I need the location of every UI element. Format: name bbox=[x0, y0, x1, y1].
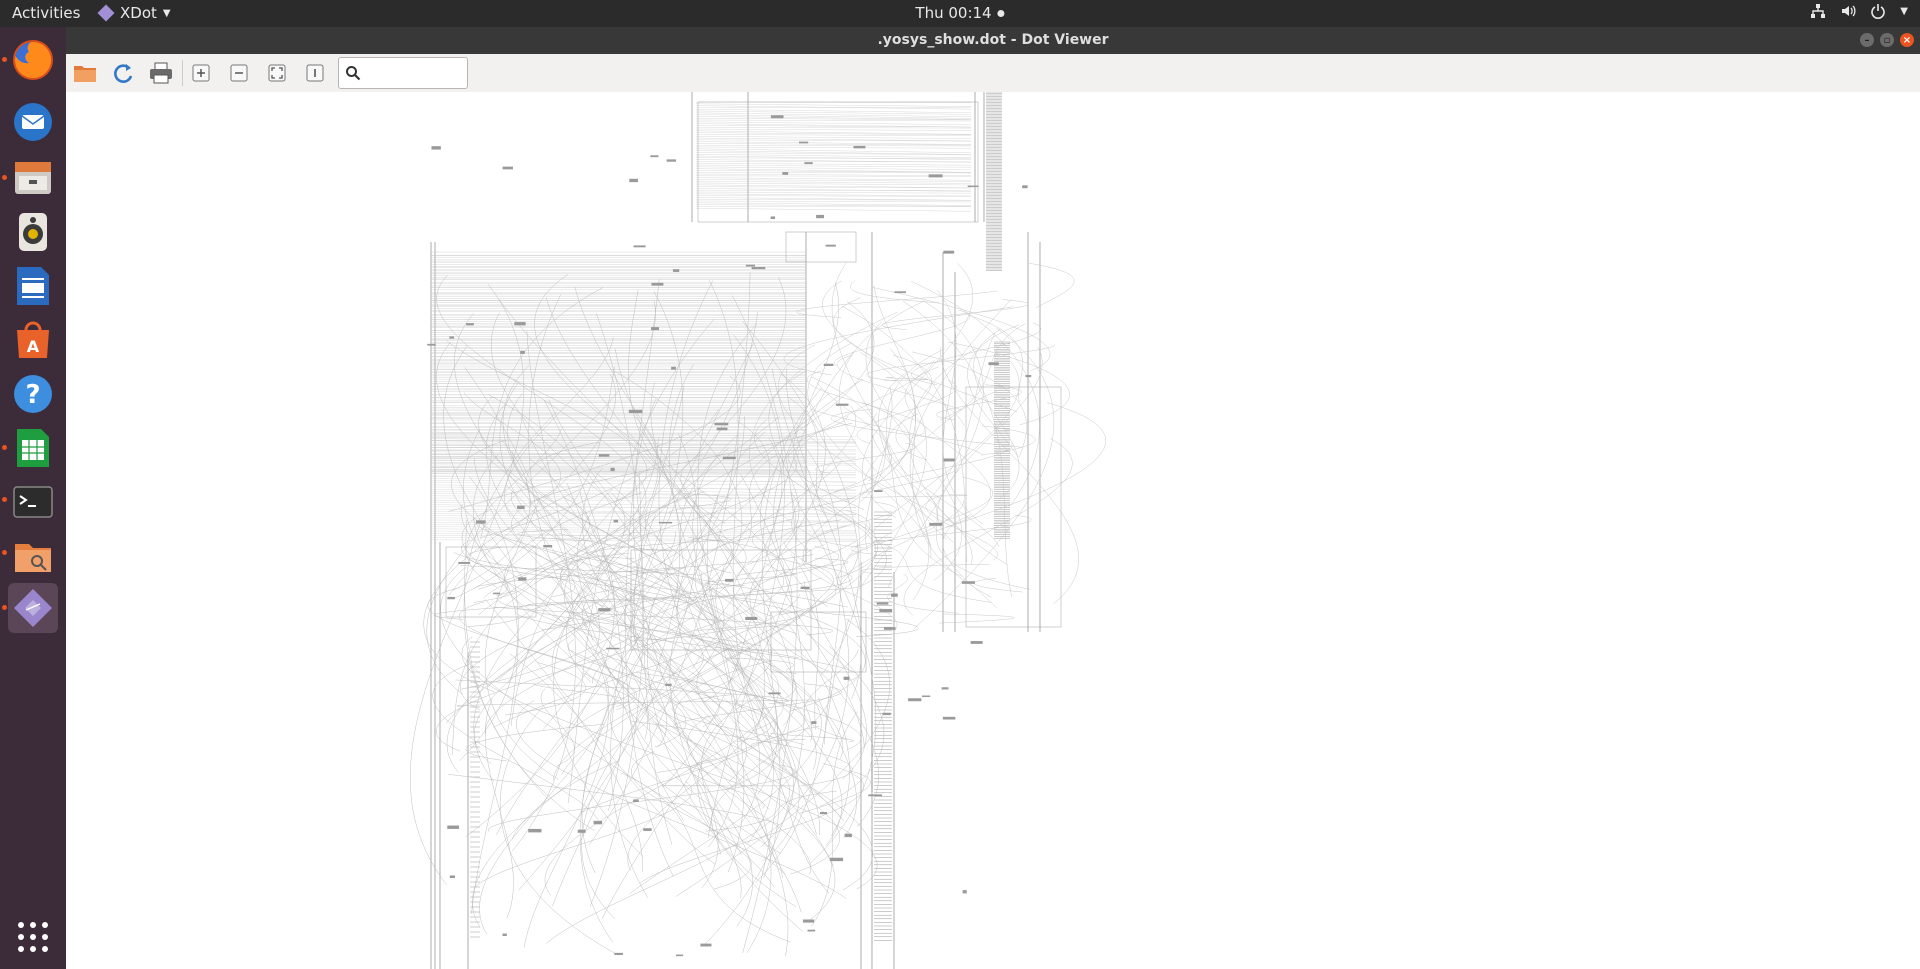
power-icon bbox=[1871, 4, 1886, 19]
drawer-icon bbox=[15, 162, 51, 194]
firefox-icon bbox=[13, 40, 53, 80]
speaker-icon bbox=[19, 213, 47, 251]
notification-dot-icon bbox=[997, 9, 1005, 17]
app-menu-label: XDot bbox=[120, 4, 157, 22]
folder-search-icon bbox=[15, 544, 51, 572]
search-field[interactable] bbox=[338, 57, 468, 89]
dock-item-terminal[interactable] bbox=[8, 477, 58, 527]
zoom-fit-icon bbox=[268, 64, 286, 82]
maximize-button[interactable]: ▫ bbox=[1880, 33, 1894, 47]
zoom-out-button[interactable] bbox=[226, 61, 252, 85]
svg-text:?: ? bbox=[25, 380, 40, 410]
graph-edges bbox=[410, 92, 1106, 969]
terminal-icon bbox=[13, 486, 53, 518]
store-icon: A bbox=[17, 321, 49, 358]
dock-item-libreoffice-writer[interactable] bbox=[8, 261, 58, 311]
search-icon bbox=[346, 66, 361, 81]
calc-icon bbox=[17, 429, 49, 467]
clock-label: Thu 00:14 bbox=[915, 4, 992, 22]
zoom-100-button[interactable] bbox=[302, 61, 328, 85]
top-panel: Activities XDot ▼ Thu 00:14 ▼ bbox=[0, 0, 1920, 27]
print-icon bbox=[150, 62, 172, 84]
dock-item-rhythmbox[interactable] bbox=[8, 207, 58, 257]
dock-item-thunderbird[interactable] bbox=[8, 97, 58, 147]
dock-item-help[interactable]: ? bbox=[8, 369, 58, 419]
mail-icon bbox=[14, 103, 52, 141]
dot-graph[interactable] bbox=[66, 92, 1920, 969]
chevron-down-icon: ▼ bbox=[1900, 5, 1908, 17]
app-grid-icon bbox=[18, 922, 48, 952]
close-button[interactable]: × bbox=[1900, 33, 1914, 47]
help-icon: ? bbox=[14, 375, 52, 413]
running-indicator bbox=[2, 550, 7, 555]
open-button[interactable] bbox=[72, 61, 98, 85]
app-menu[interactable]: XDot ▼ bbox=[97, 4, 171, 22]
running-indicator bbox=[2, 175, 7, 180]
activities-button[interactable]: Activities bbox=[12, 4, 80, 22]
xdot-app-icon bbox=[97, 4, 115, 22]
reload-icon bbox=[114, 64, 133, 83]
search-input[interactable] bbox=[365, 62, 465, 84]
dock-item-file-manager[interactable] bbox=[8, 531, 58, 581]
toolbar bbox=[66, 54, 1920, 93]
dock-item-software[interactable]: A bbox=[8, 315, 58, 365]
print-button[interactable] bbox=[148, 61, 174, 85]
system-status-area[interactable]: ▼ bbox=[1810, 3, 1908, 19]
running-indicator bbox=[2, 605, 7, 610]
zoom-in-icon bbox=[192, 64, 210, 82]
zoom-100-icon bbox=[306, 64, 324, 82]
dock: A ? bbox=[0, 27, 66, 969]
open-icon bbox=[74, 66, 96, 82]
window-titlebar[interactable]: .yosys_show.dot - Dot Viewer – ▫ × bbox=[66, 27, 1920, 54]
dock-item-files-archive[interactable] bbox=[8, 153, 58, 203]
volume-icon bbox=[1842, 5, 1856, 17]
running-indicator bbox=[2, 445, 7, 450]
minimize-button[interactable]: – bbox=[1860, 33, 1874, 47]
dock-item-libreoffice-calc[interactable] bbox=[8, 423, 58, 473]
zoom-out-icon bbox=[230, 64, 248, 82]
window-title: .yosys_show.dot - Dot Viewer bbox=[877, 32, 1109, 48]
zoom-in-button[interactable] bbox=[188, 61, 214, 85]
clock[interactable]: Thu 00:14 bbox=[915, 4, 1005, 22]
dock-item-firefox[interactable] bbox=[8, 35, 58, 85]
show-applications-button[interactable] bbox=[8, 912, 58, 962]
zoom-fit-button[interactable] bbox=[264, 61, 290, 85]
xdot-icon bbox=[14, 589, 52, 627]
network-icon bbox=[1811, 4, 1826, 18]
dock-item-xdot[interactable] bbox=[8, 583, 58, 633]
reload-button[interactable] bbox=[110, 61, 136, 85]
writer-icon bbox=[17, 267, 49, 305]
running-indicator bbox=[2, 57, 7, 62]
svg-text:A: A bbox=[27, 337, 40, 356]
running-indicator bbox=[2, 497, 7, 502]
graph-canvas[interactable] bbox=[66, 92, 1920, 969]
chevron-down-icon: ▼ bbox=[162, 7, 171, 19]
toolbar-separator bbox=[182, 60, 183, 86]
